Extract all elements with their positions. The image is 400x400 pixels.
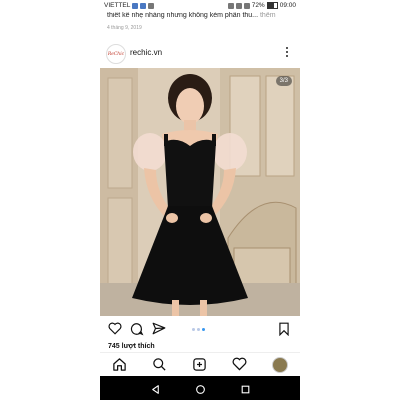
more-options-icon[interactable] xyxy=(284,44,290,60)
account-avatar[interactable]: ReChic xyxy=(106,44,126,64)
recents-icon[interactable] xyxy=(240,382,251,400)
status-right: 72% 09:00 xyxy=(227,2,296,9)
bottom-navigation xyxy=(100,352,300,377)
carousel-counter: 3/3 xyxy=(275,76,292,86)
caption-more-link[interactable]: thêm xyxy=(260,12,276,19)
carousel-dot xyxy=(192,328,195,331)
post-header: ReChic rechic.vn xyxy=(100,40,300,66)
carousel-dot xyxy=(197,328,200,331)
post-caption: thiết kế nhẹ nhàng nhưng không kém phần … xyxy=(107,12,297,19)
comment-icon[interactable] xyxy=(130,322,144,341)
post-date: 4 tháng 9, 2019 xyxy=(107,25,142,31)
battery-icon xyxy=(266,2,278,9)
avatar-logo-text: ReChic xyxy=(107,51,125,57)
profile-avatar-icon[interactable] xyxy=(272,357,288,373)
system-navigation-bar xyxy=(100,376,300,400)
likes-count[interactable]: 745 lượt thích xyxy=(108,343,155,350)
caption-text: thiết kế nhẹ nhàng nhưng không kém phần … xyxy=(107,12,259,19)
account-username[interactable]: rechic.vn xyxy=(130,48,162,57)
alarm-icon xyxy=(227,2,234,9)
plus-square-icon[interactable] xyxy=(192,357,207,377)
home-circle-icon[interactable] xyxy=(195,382,206,400)
post-photo[interactable]: 3/3 xyxy=(100,68,300,316)
activity-heart-icon[interactable] xyxy=(232,357,247,376)
search-icon[interactable] xyxy=(152,357,167,377)
carrier-label: VIETTEL xyxy=(104,2,131,9)
clock: 09:00 xyxy=(279,2,296,9)
messenger-icon xyxy=(140,2,147,9)
phone-screen: VIETTEL 72% 09:00 thiết kế nhẹ nhàng như… xyxy=(100,0,300,400)
signal-icon xyxy=(243,2,250,9)
photo-illustration xyxy=(100,68,300,316)
battery-percent: 72% xyxy=(251,2,265,9)
carousel-dots xyxy=(192,328,205,331)
notification-icon xyxy=(148,2,155,9)
bookmark-icon[interactable] xyxy=(278,322,290,341)
carousel-dot-active xyxy=(202,328,205,331)
notification-icon xyxy=(132,2,139,9)
wifi-icon xyxy=(235,2,242,9)
like-icon[interactable] xyxy=(108,322,122,340)
status-left: VIETTEL xyxy=(104,2,155,9)
back-icon[interactable] xyxy=(150,382,161,400)
home-icon[interactable] xyxy=(112,357,127,377)
send-icon[interactable] xyxy=(152,322,166,340)
post-actions xyxy=(100,318,300,340)
